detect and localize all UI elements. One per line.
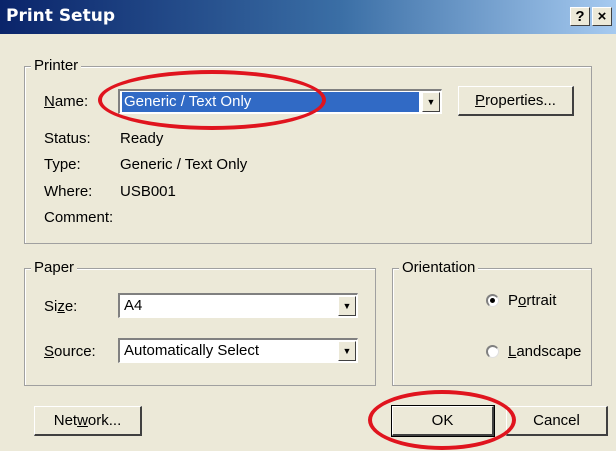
orientation-group: Orientation [392, 259, 592, 386]
printer-name-dropdown[interactable]: Generic / Text Only ▼ [118, 89, 442, 114]
status-value: Ready [120, 130, 164, 147]
status-label: Status: [44, 130, 91, 147]
where-label: Where: [44, 183, 93, 200]
type-label: Type: [44, 156, 81, 173]
ok-button[interactable]: OK [391, 405, 495, 437]
comment-label: Comment: [44, 209, 114, 226]
help-button[interactable]: ? [570, 7, 590, 26]
paper-legend: Paper [31, 259, 78, 277]
portrait-radio[interactable] [486, 294, 499, 307]
landscape-label[interactable]: Landscape [508, 343, 581, 361]
paper-source-value: Automatically Select [124, 342, 260, 359]
radio-dot-icon [490, 298, 495, 303]
source-label: Source: [44, 343, 96, 360]
close-button[interactable]: × [592, 7, 612, 26]
where-value: USB001 [120, 183, 176, 200]
type-value: Generic / Text Only [120, 156, 248, 173]
paper-size-value: A4 [124, 297, 143, 314]
properties-button[interactable]: Properties... [458, 86, 574, 116]
paper-size-dropdown[interactable]: A4 ▼ [118, 293, 358, 318]
name-label: Name: [44, 93, 89, 110]
size-label: Size: [44, 298, 78, 315]
paper-group: Paper [24, 259, 376, 386]
portrait-label[interactable]: Portrait [508, 292, 556, 310]
printer-name-value: Generic / Text Only [122, 92, 419, 112]
landscape-radio[interactable] [486, 345, 499, 358]
network-button[interactable]: Network... [34, 406, 142, 436]
chevron-down-icon[interactable]: ▼ [338, 296, 356, 316]
printer-legend: Printer [31, 57, 82, 75]
window-title: Print Setup [6, 6, 115, 26]
chevron-down-icon[interactable]: ▼ [338, 341, 356, 361]
chevron-down-icon[interactable]: ▼ [422, 92, 440, 112]
orientation-legend: Orientation [399, 259, 479, 277]
cancel-button[interactable]: Cancel [506, 406, 608, 436]
title-bar: Print Setup ? × [0, 0, 616, 34]
paper-source-dropdown[interactable]: Automatically Select ▼ [118, 338, 358, 363]
